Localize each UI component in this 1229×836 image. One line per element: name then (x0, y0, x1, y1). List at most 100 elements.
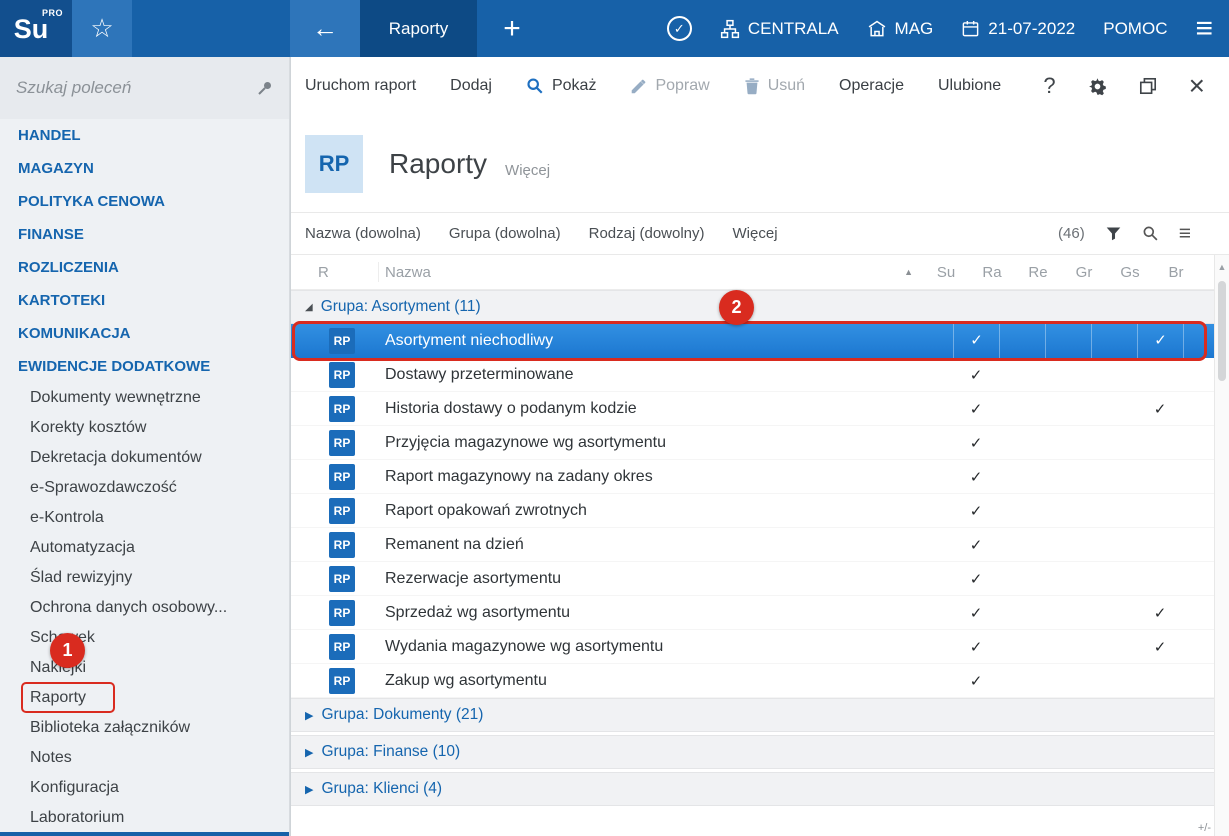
branch-selector[interactable]: CENTRALA (720, 19, 839, 39)
report-row-raport-opakowan-zwrotnych[interactable]: RPRaport opakowań zwrotnych✓ (291, 494, 1229, 528)
report-type-icon: RP (329, 600, 355, 626)
trash-icon (744, 78, 760, 95)
sidebar-category-polityka-cenowa[interactable]: POLITYKA CENOWA (0, 185, 289, 218)
status-check-button[interactable]: ✓ (667, 16, 692, 41)
help-button[interactable]: ? (1043, 73, 1055, 99)
report-name: Remanent na dzień (379, 536, 953, 554)
row-icon-cell: RP (291, 566, 379, 592)
report-row-wydania-magazynowe-wg-asortymentu[interactable]: RPWydania magazynowe wg asortymentu✓✓ (291, 630, 1229, 664)
check-cell-su: ✓ (953, 536, 999, 554)
tab-raporty[interactable]: Raporty (360, 0, 477, 57)
sidebar-category-rozliczenia[interactable]: ROZLICZENIA (0, 251, 289, 284)
column-header-gs[interactable]: Gs (1107, 264, 1153, 281)
sidebar-item-ochrona-danych-osobowy[interactable]: Ochrona danych osobowy... (0, 593, 289, 623)
report-name: Dostawy przeterminowane (379, 366, 953, 384)
sidebar-item-e-sprawozdawczosc[interactable]: e-Sprawozdawczość (0, 473, 289, 503)
sidebar-item-raporty[interactable]: Raporty (0, 683, 289, 713)
show-button[interactable]: Pokaż (526, 77, 596, 95)
settings-gear-icon[interactable] (1088, 77, 1107, 96)
sidebar-item-biblioteka-zalacznikow[interactable]: Biblioteka załączników (0, 713, 289, 743)
app-logo[interactable]: Su PRO (0, 0, 72, 57)
filter-name[interactable]: Nazwa (dowolna) (305, 225, 421, 242)
group-expanded-icon[interactable]: ◢ (305, 302, 313, 313)
column-header-su[interactable]: Su (923, 264, 969, 281)
report-row-sprzedaz-wg-asortymentu[interactable]: RPSprzedaż wg asortymentu✓✓ (291, 596, 1229, 630)
scroll-up-arrow-icon[interactable]: ▲ (1215, 255, 1229, 272)
annotation-step-2: 2 (719, 290, 754, 325)
search-icon[interactable] (1142, 225, 1159, 242)
report-row-rezerwacje-asortymentu[interactable]: RPRezerwacje asortymentu✓ (291, 562, 1229, 596)
column-header-re[interactable]: Re (1015, 264, 1061, 281)
filter-group[interactable]: Grupa (dowolna) (449, 225, 561, 242)
sidebar-category-komunikacja[interactable]: KOMUNIKACJA (0, 317, 289, 350)
back-button[interactable]: ← (290, 0, 360, 57)
column-header-icon[interactable]: R (291, 262, 379, 282)
module-toolbar: Uruchom raport Dodaj Pokaż Popraw Usuń O… (291, 57, 1229, 115)
command-search-input[interactable] (16, 78, 257, 98)
report-row-remanent-na-dzien[interactable]: RPRemanent na dzień✓ (291, 528, 1229, 562)
sidebar-category-ewidencje-dodatkowe[interactable]: EWIDENCJE DODATKOWE (0, 350, 289, 383)
sidebar-category-finanse[interactable]: FINANSE (0, 218, 289, 251)
group-row-grupa-dokumenty-21[interactable]: ▶Grupa: Dokumenty (21) (291, 698, 1229, 732)
add-button[interactable]: Dodaj (450, 77, 492, 95)
sidebar-item-dokumenty-wewnetrzne[interactable]: Dokumenty wewnętrzne (0, 383, 289, 413)
column-header-br[interactable]: Br (1153, 264, 1199, 281)
vertical-scrollbar[interactable]: ▲ (1214, 255, 1229, 836)
sidebar-item-dekretacja-dokumentow[interactable]: Dekretacja dokumentów (0, 443, 289, 473)
group-collapsed-icon[interactable]: ▶ (305, 783, 313, 796)
group-row-grupa-finanse-10[interactable]: ▶Grupa: Finanse (10) (291, 735, 1229, 769)
sidebar-item-konfiguracja[interactable]: Konfiguracja (0, 773, 289, 803)
group-collapsed-icon[interactable]: ▶ (305, 746, 313, 759)
favorites-button[interactable]: Ulubione (938, 77, 1001, 95)
check-cell-su: ✓ (953, 502, 999, 520)
sidebar-category-handel[interactable]: HANDEL (0, 119, 289, 152)
sidebar-item-naklejki[interactable]: Naklejki (0, 653, 289, 683)
operations-button[interactable]: Operacje (839, 77, 904, 95)
column-header-ra[interactable]: Ra (969, 264, 1015, 281)
sidebar-category-kartoteki[interactable]: KARTOTEKI (0, 284, 289, 317)
report-row-historia-dostawy-o-podanym-kodzie[interactable]: RPHistoria dostawy o podanym kodzie✓✓ (291, 392, 1229, 426)
favorites-star-button[interactable]: ☆ (72, 0, 132, 57)
delete-button[interactable]: Usuń (744, 77, 805, 95)
filter-more[interactable]: Więcej (733, 225, 778, 242)
group-row-grupa-asortyment-11[interactable]: ◢Grupa: Asortyment (11) (291, 290, 1229, 324)
sidebar-item-e-kontrola[interactable]: e-Kontrola (0, 503, 289, 533)
group-collapsed-icon[interactable]: ▶ (305, 709, 313, 722)
report-row-zakup-wg-asortymentu[interactable]: RPZakup wg asortymentu✓ (291, 664, 1229, 698)
date-selector[interactable]: 21-07-2022 (961, 19, 1075, 39)
column-header-gr[interactable]: Gr (1061, 264, 1107, 281)
help-menu-button[interactable]: POMOC (1103, 19, 1167, 39)
report-row-przyjecia-magazynowe-wg-asortymentu[interactable]: RPPrzyjęcia magazynowe wg asortymentu✓ (291, 426, 1229, 460)
check-cell-su: ✓ (953, 672, 999, 690)
row-icon-cell: RP (291, 668, 379, 694)
report-row-dostawy-przeterminowane[interactable]: RPDostawy przeterminowane✓ (291, 358, 1229, 392)
scrollbar-thumb[interactable] (1218, 281, 1226, 381)
report-row-asortyment-niechodliwy[interactable]: RPAsortyment niechodliwy✓✓ (291, 324, 1229, 358)
sidebar-item-automatyzacja[interactable]: Automatyzacja (0, 533, 289, 563)
report-row-raport-magazynowy-na-zadany-okres[interactable]: RPRaport magazynowy na zadany okres✓ (291, 460, 1229, 494)
sidebar-item-korekty-kosztow[interactable]: Korekty kosztów (0, 413, 289, 443)
group-row-grupa-klienci-4[interactable]: ▶Grupa: Klienci (4) (291, 772, 1229, 806)
report-type-icon: RP (329, 362, 355, 388)
pin-icon[interactable] (257, 80, 273, 96)
check-cell-su: ✓ (953, 434, 999, 452)
warehouse-selector[interactable]: MAG (867, 19, 934, 39)
sidebar-item-schowek[interactable]: Schowek (0, 623, 289, 653)
main-menu-button[interactable]: ≡ (1195, 14, 1213, 44)
sidebar-item-laboratorium[interactable]: Laboratorium (0, 803, 289, 833)
cascade-windows-icon[interactable] (1139, 77, 1157, 95)
report-name: Przyjęcia magazynowe wg asortymentu (379, 434, 953, 452)
row-icon-cell: RP (291, 464, 379, 490)
more-link[interactable]: Więcej (505, 162, 550, 179)
sidebar-item-notes[interactable]: Notes (0, 743, 289, 773)
run-report-button[interactable]: Uruchom raport (305, 77, 416, 95)
sidebar-item-slad-rewizyjny[interactable]: Ślad rewizyjny (0, 563, 289, 593)
column-header-name[interactable]: Nazwa ▲ (379, 264, 923, 281)
edit-button[interactable]: Popraw (630, 77, 709, 95)
view-options-button[interactable]: ≡ (1179, 222, 1191, 246)
filter-kind[interactable]: Rodzaj (dowolny) (589, 225, 705, 242)
close-button[interactable]: × (1189, 72, 1205, 100)
sidebar-category-magazyn[interactable]: MAGAZYN (0, 152, 289, 185)
filter-funnel-icon[interactable] (1105, 225, 1122, 242)
new-tab-button[interactable]: + (477, 0, 547, 57)
